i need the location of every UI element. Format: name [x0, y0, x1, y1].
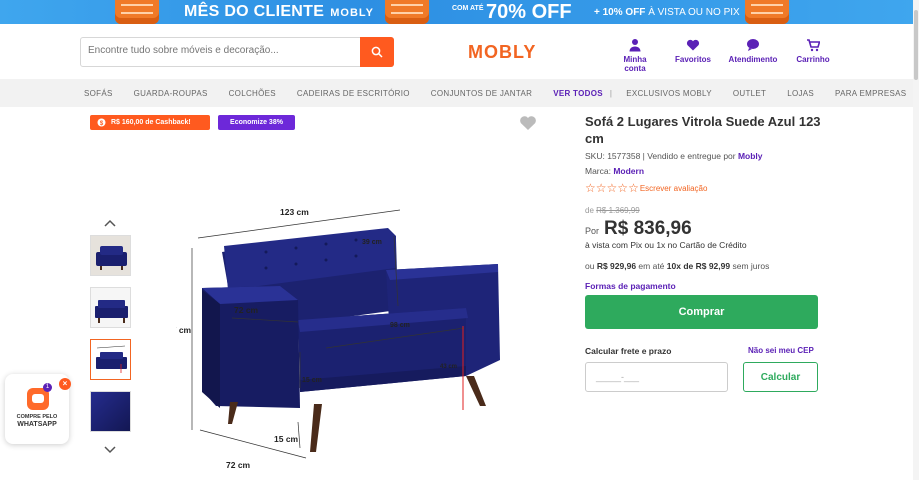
- product-main-image[interactable]: 123 cm 39 cm 77 cm 72 cm 98 cm 15 cm 43 …: [167, 140, 528, 480]
- dimension-label: 98 cm: [390, 322, 410, 329]
- whatsapp-label-1: COMPRE PELO: [16, 414, 58, 420]
- product-thumbnail[interactable]: [90, 287, 131, 328]
- shipping-label: Calcular frete e prazo: [585, 346, 672, 356]
- product-thumbnail[interactable]: [90, 235, 131, 276]
- favorite-button[interactable]: [519, 115, 537, 136]
- chat-icon: [747, 39, 759, 51]
- search-box: [80, 37, 394, 67]
- category-nav: SOFÁS GUARDA-ROUPAS COLCHÕES CADEIRAS DE…: [0, 79, 919, 107]
- installments: ou R$ 929,96 em até 10x de R$ 92,99 sem …: [585, 261, 770, 271]
- buy-button[interactable]: Comprar: [585, 295, 818, 329]
- search-button[interactable]: [360, 37, 394, 67]
- dimension-label: 15 cm: [274, 434, 299, 444]
- nav-item-colchoes[interactable]: COLCHÕES: [229, 89, 276, 98]
- cart-link[interactable]: Carrinho: [794, 38, 832, 64]
- account-link[interactable]: Minha conta: [612, 38, 658, 73]
- product-thumbnail-selected[interactable]: [90, 339, 131, 380]
- scrollbar[interactable]: [913, 0, 919, 480]
- mobly-logo[interactable]: MOBLY: [468, 42, 536, 63]
- star-icon: ☆: [628, 181, 639, 195]
- star-icon: ☆: [595, 181, 607, 195]
- banner-small-text: COM ATÉ: [452, 5, 484, 12]
- search-icon: [371, 46, 383, 58]
- support-link[interactable]: Atendimento: [728, 38, 778, 64]
- favorites-link[interactable]: Favoritos: [672, 38, 714, 64]
- whatsapp-label-2: WHATSAPP: [17, 421, 57, 428]
- star-icon: ☆: [617, 181, 629, 195]
- old-price: de R$ 1.369,99: [585, 206, 640, 215]
- dimension-label: 77 cm: [176, 325, 192, 335]
- heart-icon: [686, 39, 700, 51]
- seller-link[interactable]: Mobly: [738, 151, 763, 161]
- scrollbar-thumb[interactable]: [914, 10, 918, 80]
- cart-icon: [807, 39, 820, 52]
- basket-icon: [385, 0, 429, 24]
- no-cep-link[interactable]: Não sei meu CEP: [748, 346, 814, 355]
- nav-divider: |: [609, 88, 613, 98]
- nav-item-conjuntos[interactable]: CONJUNTOS DE JANTAR: [431, 89, 532, 98]
- brand-link[interactable]: Modern: [613, 166, 644, 176]
- cashback-badge: $ R$ 160,00 de Cashback!: [90, 115, 210, 130]
- coin-icon: $: [97, 118, 106, 127]
- promo-banner[interactable]: MÊS DO CLIENTE MOBLY COM ATÉ 70% OFF + 10…: [0, 0, 919, 24]
- brand-line: Marca: Modern: [585, 166, 645, 176]
- site-header: MOBLY Minha conta Favoritos Atendimento …: [0, 24, 919, 79]
- user-icon: [629, 39, 641, 52]
- calculate-button[interactable]: Calcular: [743, 362, 818, 392]
- sofa-image: 123 cm 39 cm 77 cm 72 cm 98 cm 15 cm 43 …: [167, 140, 528, 480]
- dimension-label: 72 cm: [226, 460, 251, 470]
- cep-input[interactable]: _____-___: [585, 362, 728, 392]
- nav-item-cadeiras[interactable]: CADEIRAS DE ESCRITÓRIO: [297, 89, 410, 98]
- dimension-label: 43 cm: [440, 364, 457, 370]
- banner-extra: + 10% OFF À VISTA OU NO PIX: [594, 7, 740, 18]
- close-icon[interactable]: ×: [59, 378, 71, 390]
- nav-item-empresas[interactable]: PARA EMPRESAS: [835, 89, 906, 98]
- search-input[interactable]: [88, 45, 358, 56]
- basket-icon: [745, 0, 789, 24]
- discount-badge: Economize 38%: [218, 115, 295, 130]
- pix-info: à vista com Pix ou 1x no Cartão de Crédi…: [585, 240, 747, 250]
- chevron-down-icon[interactable]: [104, 443, 116, 457]
- nav-item-exclusivos[interactable]: EXCLUSIVOS MOBLY: [626, 89, 712, 98]
- chevron-up-icon[interactable]: [104, 216, 116, 230]
- write-review-link[interactable]: Escrever avaliação: [640, 184, 708, 193]
- product-thumbnail[interactable]: [90, 391, 131, 432]
- star-icon: ☆: [585, 181, 596, 195]
- nav-item-ver-todos[interactable]: VER TODOS: [553, 89, 603, 98]
- nav-item-guarda-roupas[interactable]: GUARDA-ROUPAS: [134, 89, 208, 98]
- whatsapp-widget[interactable]: 1 × COMPRE PELO WHATSAPP: [5, 374, 71, 444]
- payment-forms-link[interactable]: Formas de pagamento: [585, 281, 676, 291]
- dimension-label: 123 cm: [280, 207, 309, 217]
- dimension-label: 15 cm: [302, 377, 322, 384]
- price: Por R$ 836,96: [585, 218, 692, 239]
- banner-discount: 70% OFF: [486, 1, 572, 23]
- nav-item-outlet[interactable]: OUTLET: [733, 89, 766, 98]
- nav-item-sofas[interactable]: SOFÁS: [84, 89, 113, 98]
- nav-item-lojas[interactable]: LOJAS: [787, 89, 814, 98]
- dimension-label: 39 cm: [362, 239, 382, 246]
- product-title: Sofá 2 Lugares Vitrola Suede Azul 123 cm: [585, 114, 821, 146]
- sku-line: SKU: 1577358 | Vendido e entregue por Mo…: [585, 151, 763, 161]
- basket-icon: [115, 0, 159, 24]
- heart-icon: [520, 116, 536, 130]
- dimension-label: 72 cm: [234, 305, 259, 315]
- banner-title: MÊS DO CLIENTE MOBLY: [184, 3, 374, 20]
- notification-badge: 1: [43, 383, 52, 392]
- star-icon: ☆: [606, 181, 618, 195]
- rating[interactable]: ☆ ☆ ☆ ☆ ☆ Escrever avaliação: [585, 182, 707, 194]
